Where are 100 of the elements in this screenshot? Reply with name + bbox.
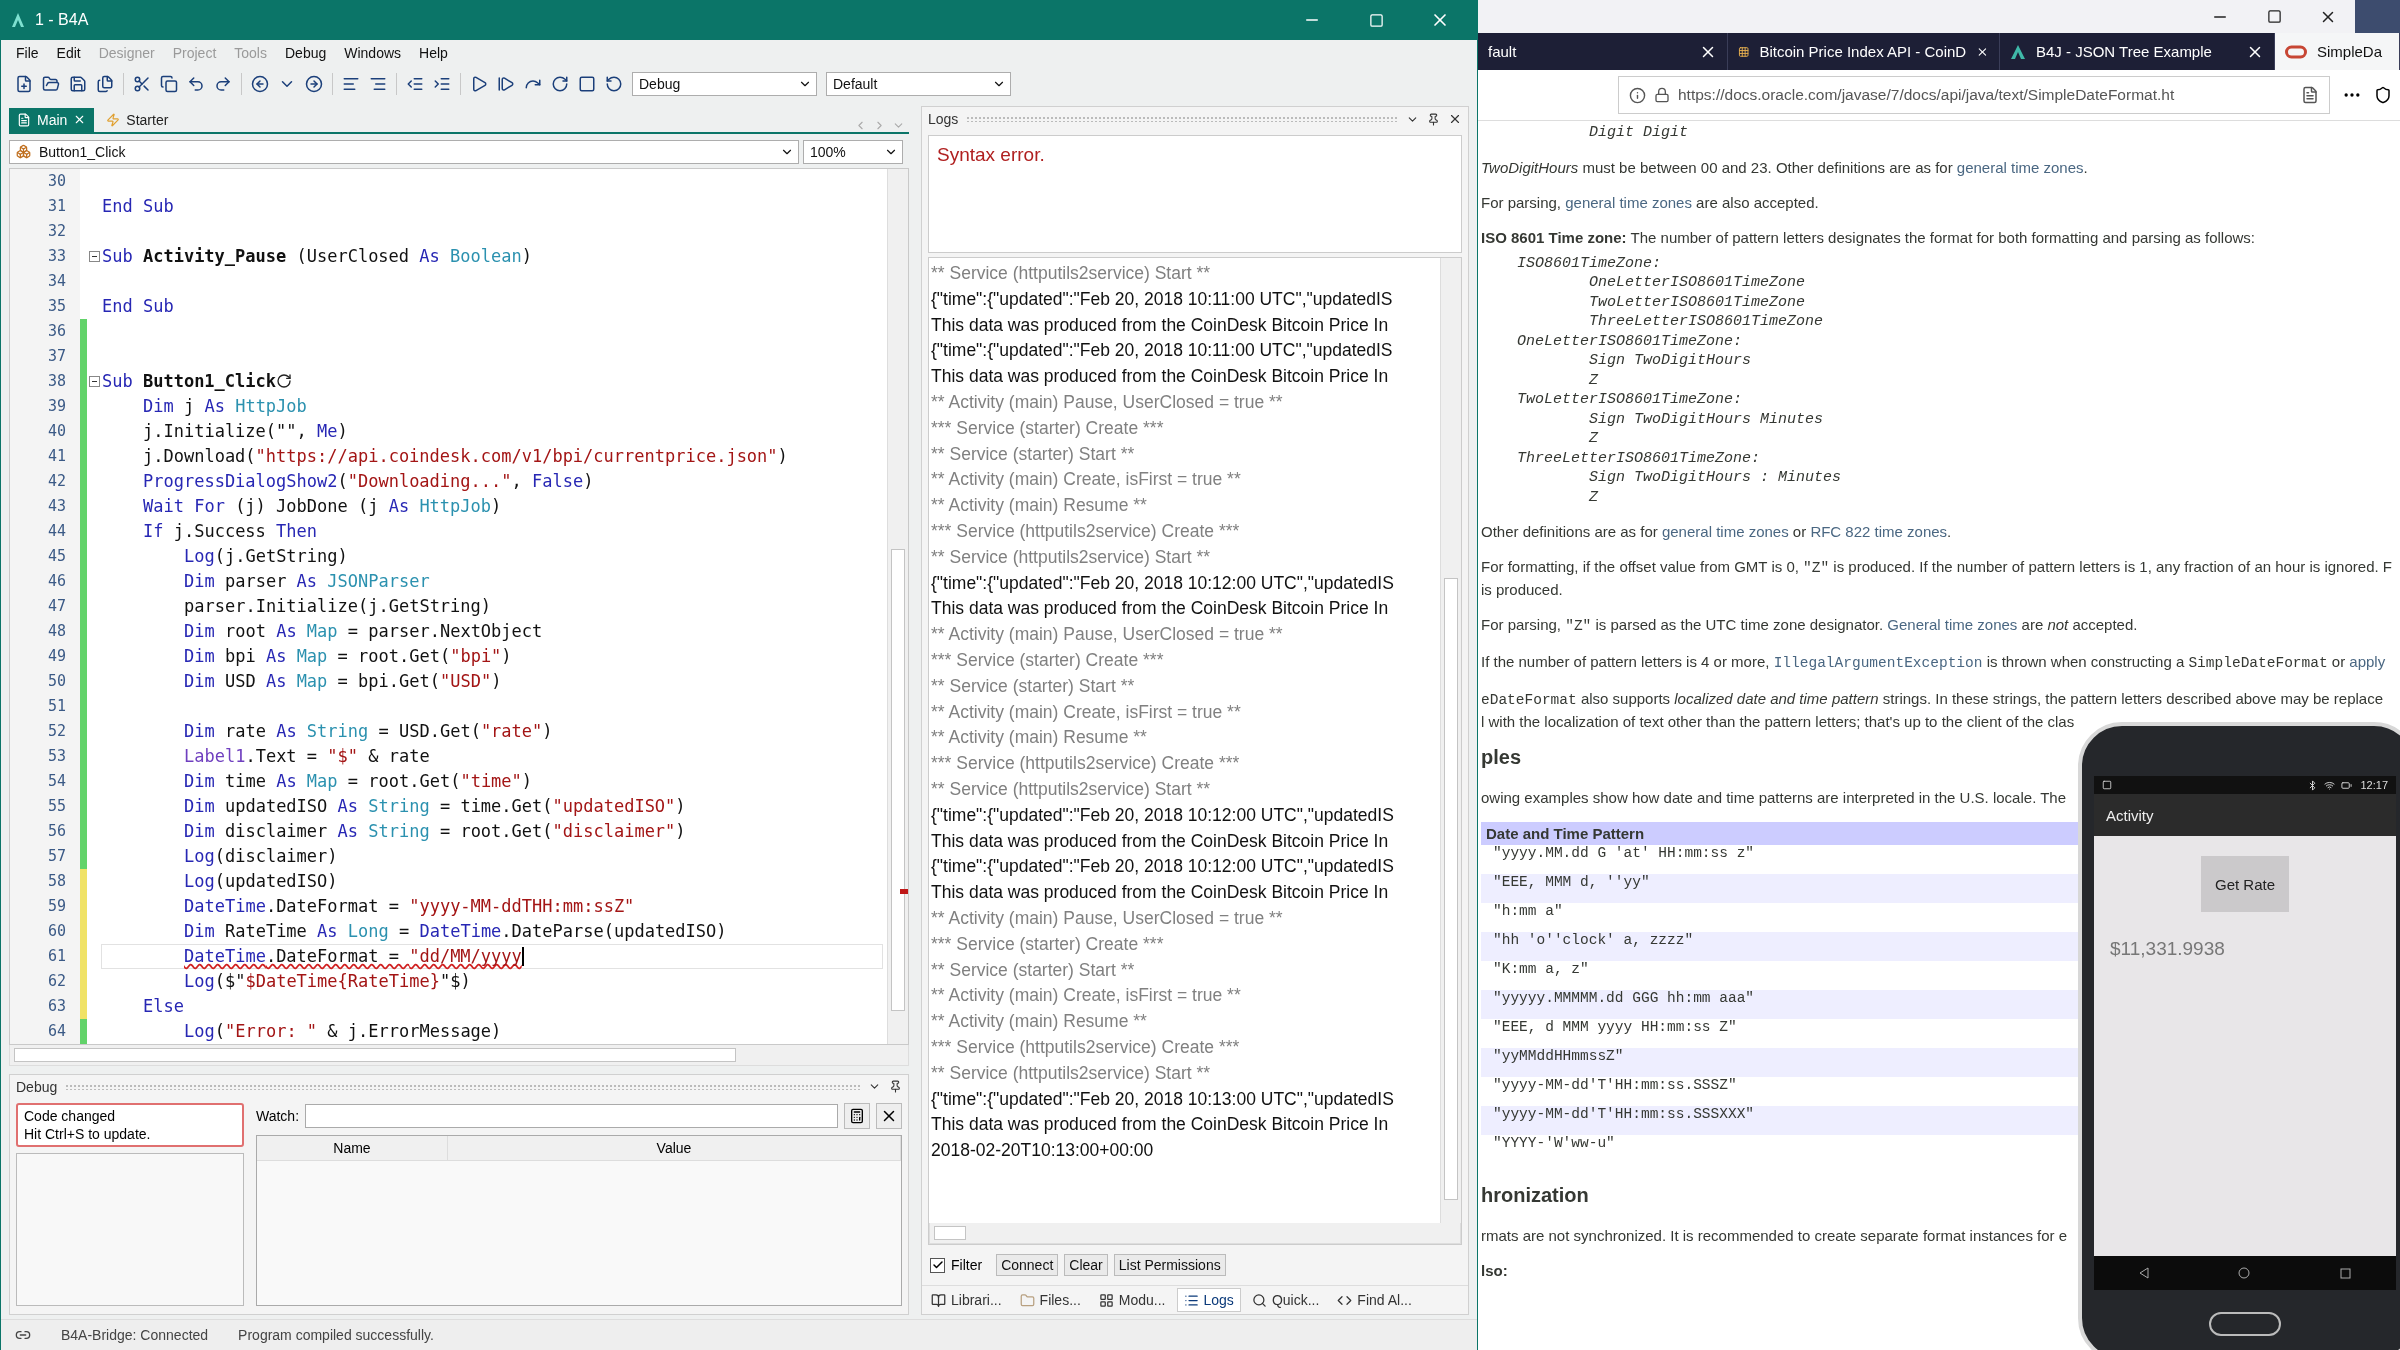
indent-icon[interactable] xyxy=(433,75,451,93)
code-text: Sign TwoDigitHours Minutes xyxy=(1588,409,1825,429)
close-icon[interactable] xyxy=(1448,112,1462,126)
link[interactable]: general time zones xyxy=(1565,193,1692,211)
log-line: ** Service (starter) Start ** xyxy=(931,674,1136,698)
code-text: "Error: " xyxy=(224,1021,318,1042)
pin-icon[interactable] xyxy=(889,1080,902,1094)
save-all-icon[interactable] xyxy=(96,75,114,93)
home-icon[interactable] xyxy=(2238,1267,2251,1279)
clear-button[interactable] xyxy=(876,1102,902,1129)
code-text: As xyxy=(265,646,288,667)
code-text: Log xyxy=(184,871,215,892)
code-text: = root.Get( xyxy=(346,771,461,792)
maximize-icon[interactable] xyxy=(2266,9,2282,24)
log-line: This data was produced from the CoinDesk Bitcoin Price In xyxy=(931,1113,1390,1137)
table-cell: "yyyyy.MMMMM.dd GGG hh:mm aaa" xyxy=(1481,990,2081,1019)
step-over-icon[interactable] xyxy=(497,75,515,93)
undo-icon[interactable] xyxy=(187,75,205,93)
recents-icon[interactable] xyxy=(2340,1267,2352,1279)
wifi-icon xyxy=(2324,779,2336,791)
paragraph: eDateFormat also supports localized date and time pattern strings. In these strings, the pattern letters described above may be replace l with the localization of text other than the pattern letters; that's up to the client of the clas xyxy=(1481,689,2383,732)
menu-item[interactable]: Edit xyxy=(47,45,90,61)
build-config-dropdown[interactable]: Debug xyxy=(632,72,817,96)
code-text: root xyxy=(224,621,267,642)
app-logo-icon xyxy=(11,12,25,28)
log-button[interactable]: Connect xyxy=(996,1254,1059,1276)
code-text: As xyxy=(337,796,360,817)
zoom-dropdown[interactable]: 100% xyxy=(803,139,903,164)
code-text: ISO8601TimeZone: xyxy=(1516,253,1663,273)
paragraph: For parsing, general time zones are also accepted. xyxy=(1481,192,1819,213)
code-text: ThreeLetterISO8601TimeZone xyxy=(1588,312,1825,332)
open-folder-icon[interactable] xyxy=(42,75,60,93)
panel-tab[interactable]: Librari... xyxy=(924,1288,1009,1312)
variant-dropdown[interactable]: Default xyxy=(826,72,1011,96)
cut-icon[interactable] xyxy=(133,75,151,93)
back-icon[interactable] xyxy=(2138,1267,2149,1279)
scrollbar[interactable] xyxy=(887,168,908,1044)
link[interactable]: general time zones xyxy=(1956,158,2084,176)
code-text: Dim xyxy=(184,646,216,667)
link[interactable]: apply xyxy=(2349,653,2386,670)
back-icon[interactable] xyxy=(251,75,269,93)
browser-tab[interactable]: Bitcoin Price Index API - CoinD xyxy=(1728,33,2000,70)
refresh-icon xyxy=(276,373,292,390)
editor-tab[interactable]: Main xyxy=(9,107,95,132)
panel-tab[interactable]: Logs xyxy=(1176,1288,1241,1312)
scrollbar[interactable] xyxy=(1440,258,1461,1223)
filter-checkbox[interactable] xyxy=(930,1257,945,1273)
watch-field[interactable] xyxy=(305,1103,838,1128)
lightning-icon xyxy=(106,112,121,127)
pin-icon[interactable] xyxy=(1427,112,1440,126)
log-button[interactable]: Clear xyxy=(1064,1254,1108,1276)
code-text: Me xyxy=(317,421,338,442)
collapse-icon[interactable] xyxy=(88,250,100,262)
uncomment-icon[interactable] xyxy=(369,75,387,93)
member-dropdown[interactable]: Button1_Click xyxy=(9,139,799,164)
link[interactable]: General time zones xyxy=(1887,616,2018,633)
menu-item[interactable]: Windows xyxy=(335,45,411,61)
stop-icon[interactable] xyxy=(578,75,596,93)
line-number: 56 xyxy=(10,818,80,844)
line-number: 34 xyxy=(10,268,80,294)
panel-tab[interactable]: Quick... xyxy=(1244,1288,1327,1312)
comment-icon[interactable] xyxy=(342,75,360,93)
menu-item[interactable]: Help xyxy=(410,45,457,61)
line-number: 44 xyxy=(10,518,80,544)
code-text: Z xyxy=(1588,487,1600,507)
forward-icon[interactable] xyxy=(305,75,323,93)
new-file-icon[interactable] xyxy=(15,75,33,93)
redo-icon[interactable] xyxy=(214,75,232,93)
log-line: {"time":{"updated":"Feb 20, 2018 10:11:00 UTC","updatedIS xyxy=(931,287,1394,311)
get-rate-button[interactable]: Get Rate xyxy=(2201,856,2289,912)
panel-tab[interactable]: Files... xyxy=(1012,1288,1088,1312)
window-title: 1 - B4A xyxy=(35,11,90,29)
link[interactable]: IllegalArgumentException xyxy=(1773,653,1983,670)
menu-item[interactable]: Debug xyxy=(276,45,336,61)
browser-tab[interactable]: SimpleDa xyxy=(2275,33,2400,70)
menu-item[interactable]: File xyxy=(7,45,48,61)
log-line: ** Activity (main) Resume ** xyxy=(931,494,1148,518)
code-text: ThreeLetterISO8601TimeZone: xyxy=(1516,448,1762,468)
scrollbar[interactable] xyxy=(9,1044,909,1066)
editor-tab[interactable]: Starter xyxy=(98,107,177,132)
paragraph: owing examples show how date and time patterns are interpreted in the U.S. locale. The xyxy=(1481,788,2067,808)
reader-icon[interactable] xyxy=(2301,86,2319,104)
clock: 12:17 xyxy=(2360,779,2388,791)
line-number: 47 xyxy=(10,593,80,619)
calculator-button[interactable] xyxy=(844,1102,870,1129)
scrollbar[interactable] xyxy=(929,1223,1461,1244)
copy-icon[interactable] xyxy=(160,75,178,93)
address-bar[interactable]: https://docs.oracle.com/javase/7/docs/api/java/text/SimpleDateFormat.ht xyxy=(1618,76,2330,114)
step-out-icon[interactable] xyxy=(551,75,569,93)
collapse-icon[interactable] xyxy=(88,375,100,387)
link[interactable]: general time zones xyxy=(1661,523,1789,540)
log-button[interactable]: List Permissions xyxy=(1113,1254,1226,1276)
run-icon[interactable] xyxy=(470,75,488,93)
outdent-icon[interactable] xyxy=(406,75,424,93)
save-icon[interactable] xyxy=(69,75,87,93)
panel-tab[interactable]: Find Al... xyxy=(1330,1288,1419,1312)
browser-tab[interactable]: fault xyxy=(1478,33,1728,70)
code-text: .DateFormat = xyxy=(265,896,400,917)
restart-icon[interactable] xyxy=(605,75,623,93)
panel-tab[interactable]: Modu... xyxy=(1091,1288,1173,1312)
